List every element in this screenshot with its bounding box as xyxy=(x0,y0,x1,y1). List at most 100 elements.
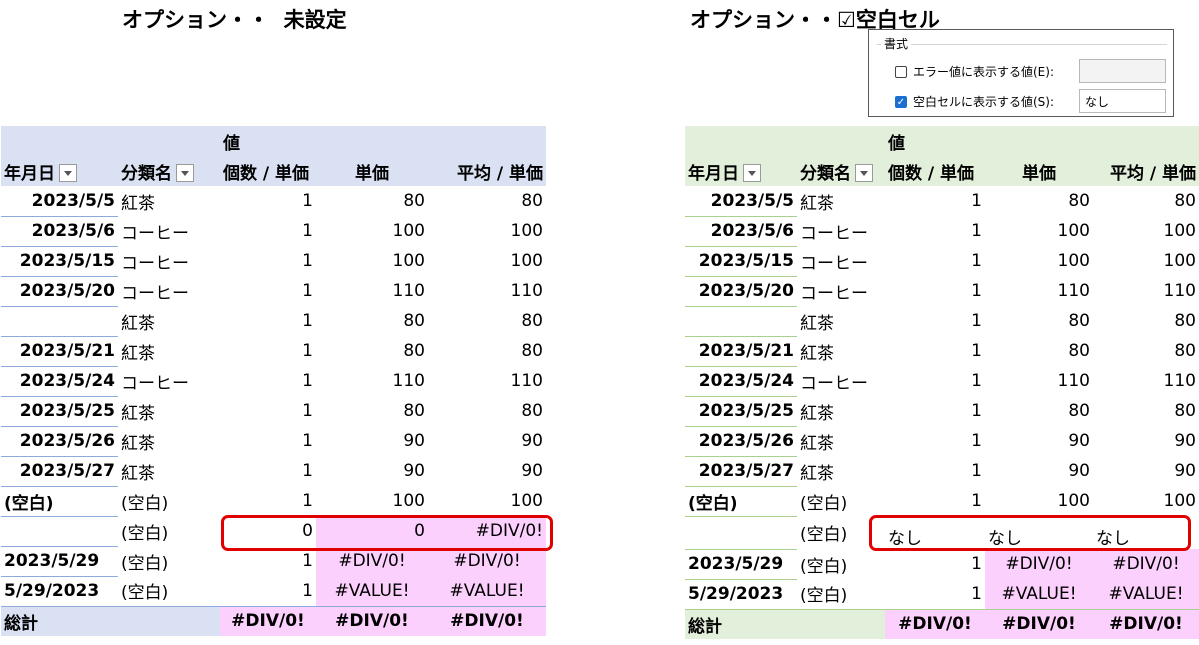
row-category[interactable]: コーヒー xyxy=(118,366,220,396)
row-count[interactable]: 1 xyxy=(220,216,316,246)
row-date[interactable]: 2023/5/24 xyxy=(1,366,118,397)
total-price[interactable]: #DIV/0! xyxy=(316,605,428,636)
row-avg[interactable]: #VALUE! xyxy=(428,576,546,606)
empty-cell-input[interactable]: なし xyxy=(1079,89,1166,113)
row-price[interactable]: 100 xyxy=(985,246,1093,276)
row-price[interactable]: 100 xyxy=(316,486,428,516)
row-count[interactable]: 1 xyxy=(885,276,985,306)
error-value-checkbox[interactable] xyxy=(895,65,907,78)
row-category[interactable]: コーヒー xyxy=(118,246,220,276)
row-date[interactable]: 2023/5/26 xyxy=(685,426,797,457)
row-avg[interactable]: 80 xyxy=(428,186,546,216)
row-avg[interactable]: 90 xyxy=(1093,456,1199,486)
row-count[interactable]: 1 xyxy=(220,306,316,336)
row-category[interactable]: 紅茶 xyxy=(118,336,220,366)
row-price[interactable]: #VALUE! xyxy=(985,579,1093,609)
row-count[interactable]: 1 xyxy=(885,216,985,246)
row-date[interactable]: 2023/5/25 xyxy=(1,396,118,427)
row-avg[interactable]: 80 xyxy=(1093,306,1199,336)
row-avg[interactable]: 100 xyxy=(428,246,546,276)
row-count[interactable]: 1 xyxy=(885,366,985,396)
row-date[interactable]: 2023/5/25 xyxy=(685,396,797,427)
row-avg[interactable]: 100 xyxy=(1093,486,1199,516)
row-date[interactable] xyxy=(685,516,797,550)
row-count[interactable]: 1 xyxy=(885,579,985,609)
row-date[interactable]: 2023/5/15 xyxy=(1,246,118,277)
row-avg[interactable]: 80 xyxy=(1093,186,1199,216)
row-price[interactable]: 110 xyxy=(316,366,428,396)
row-category[interactable]: 紅茶 xyxy=(118,186,220,216)
row-count[interactable]: 1 xyxy=(885,456,985,486)
date-filter-dropdown-icon[interactable] xyxy=(59,163,77,182)
row-category[interactable]: コーヒー xyxy=(797,216,885,246)
row-category[interactable]: 紅茶 xyxy=(118,396,220,426)
row-category[interactable]: コーヒー xyxy=(118,276,220,306)
row-price[interactable]: 100 xyxy=(985,486,1093,516)
row-count[interactable]: 1 xyxy=(885,336,985,366)
row-price[interactable]: 90 xyxy=(316,456,428,486)
row-category[interactable]: (空白) xyxy=(797,486,885,516)
row-count[interactable]: 1 xyxy=(220,576,316,606)
row-count[interactable]: 1 xyxy=(885,246,985,276)
row-category[interactable]: コーヒー xyxy=(797,246,885,276)
category-filter-dropdown-icon[interactable] xyxy=(855,163,873,182)
row-avg[interactable]: #VALUE! xyxy=(1093,579,1199,609)
row-date[interactable]: 5/29/2023 xyxy=(685,579,797,610)
row-price[interactable]: 110 xyxy=(985,276,1093,306)
row-avg[interactable]: #DIV/0! xyxy=(1093,549,1199,579)
row-date[interactable]: (空白) xyxy=(1,486,118,517)
row-price[interactable]: 80 xyxy=(985,336,1093,366)
header-category[interactable]: 分類名 xyxy=(797,156,885,186)
row-date[interactable]: 2023/5/24 xyxy=(685,366,797,397)
row-category[interactable]: (空白) xyxy=(118,486,220,516)
row-avg[interactable]: 100 xyxy=(1093,246,1199,276)
row-avg[interactable]: 110 xyxy=(428,276,546,306)
row-avg[interactable]: 80 xyxy=(428,336,546,366)
row-count[interactable]: 1 xyxy=(220,456,316,486)
row-category[interactable]: (空白) xyxy=(797,579,885,609)
row-count[interactable]: 1 xyxy=(885,549,985,579)
row-date[interactable]: 2023/5/29 xyxy=(685,549,797,580)
row-date[interactable]: 2023/5/21 xyxy=(685,336,797,367)
row-avg[interactable]: 80 xyxy=(1093,396,1199,426)
total-avg[interactable]: #DIV/0! xyxy=(428,605,546,636)
row-price[interactable]: 80 xyxy=(985,186,1093,216)
row-count[interactable]: 1 xyxy=(220,336,316,366)
row-category[interactable]: 紅茶 xyxy=(118,456,220,486)
row-avg[interactable]: 90 xyxy=(1093,426,1199,456)
row-count[interactable]: 1 xyxy=(220,186,316,216)
row-category[interactable]: 紅茶 xyxy=(118,306,220,336)
row-date[interactable]: 2023/5/6 xyxy=(685,216,797,247)
total-count[interactable]: #DIV/0! xyxy=(885,608,985,639)
row-avg[interactable]: 100 xyxy=(428,486,546,516)
row-category[interactable]: コーヒー xyxy=(797,276,885,306)
row-date[interactable]: (空白) xyxy=(685,486,797,517)
row-category[interactable]: コーヒー xyxy=(118,216,220,246)
row-category[interactable]: 紅茶 xyxy=(797,456,885,486)
row-avg[interactable]: 110 xyxy=(1093,276,1199,306)
row-date[interactable]: 2023/5/6 xyxy=(1,216,118,247)
row-category[interactable]: (空白) xyxy=(118,516,220,546)
row-count[interactable]: 1 xyxy=(220,276,316,306)
row-avg[interactable]: 90 xyxy=(428,456,546,486)
row-count[interactable]: 1 xyxy=(220,366,316,396)
row-category[interactable]: 紅茶 xyxy=(797,336,885,366)
row-category[interactable]: 紅茶 xyxy=(797,306,885,336)
row-count[interactable]: 1 xyxy=(885,186,985,216)
total-count[interactable]: #DIV/0! xyxy=(220,605,316,636)
row-price[interactable]: 80 xyxy=(985,396,1093,426)
row-avg[interactable]: 80 xyxy=(428,396,546,426)
row-category[interactable]: 紅茶 xyxy=(118,426,220,456)
row-price[interactable]: 90 xyxy=(316,426,428,456)
row-date[interactable]: 2023/5/15 xyxy=(685,246,797,277)
row-count[interactable]: 1 xyxy=(885,486,985,516)
row-date[interactable] xyxy=(1,306,118,337)
row-avg[interactable]: 80 xyxy=(428,306,546,336)
date-filter-dropdown-icon[interactable] xyxy=(743,163,761,182)
row-price[interactable]: 100 xyxy=(985,216,1093,246)
row-avg[interactable]: 100 xyxy=(1093,216,1199,246)
row-avg[interactable]: 90 xyxy=(428,426,546,456)
header-category[interactable]: 分類名 xyxy=(118,156,220,186)
row-price[interactable]: 90 xyxy=(985,426,1093,456)
header-date[interactable]: 年月日 xyxy=(1,156,118,186)
